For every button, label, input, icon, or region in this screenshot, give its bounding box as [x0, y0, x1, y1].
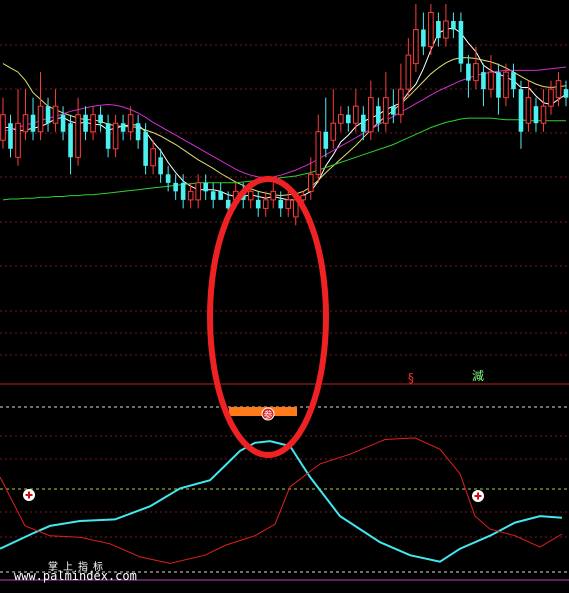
- candle-body-down: [436, 21, 441, 39]
- candle-body-up: [338, 114, 344, 124]
- candle-body-up: [247, 190, 254, 201]
- candle-body-down: [173, 182, 178, 192]
- candle-body-up: [15, 122, 21, 158]
- candle-body-down: [421, 29, 426, 47]
- candle-body-up: [37, 105, 44, 133]
- candle-body-down: [68, 123, 73, 158]
- candle-body-down: [165, 174, 171, 183]
- candle-body-up: [90, 114, 96, 133]
- candle-body-down: [511, 72, 516, 90]
- candle-body-down: [8, 123, 13, 149]
- candle-body-up: [368, 97, 374, 133]
- candle-body-up: [307, 173, 314, 192]
- candle-body-down: [255, 199, 261, 209]
- candle-body-up: [413, 29, 419, 65]
- candle-body-down: [120, 123, 126, 132]
- candle-body-up: [383, 97, 389, 124]
- candle-body-down: [98, 114, 103, 124]
- candle-body-down: [496, 72, 501, 98]
- signal-reduce-label: 減: [472, 369, 485, 383]
- candle-body-up: [405, 54, 412, 90]
- candle-body-up: [75, 114, 81, 158]
- candle-body-up: [195, 182, 201, 201]
- candle-body-up: [285, 199, 292, 209]
- candle-body-down: [518, 89, 524, 132]
- candle-body-down: [210, 191, 216, 200]
- candle-body-down: [45, 106, 51, 124]
- candle-body-up: [353, 105, 359, 124]
- candle-body-down: [278, 199, 284, 209]
- candle-body-down: [451, 21, 456, 30]
- candlestick-series: [0, 4, 569, 226]
- candle-body-down: [60, 114, 66, 132]
- candle-body-down: [533, 106, 539, 124]
- signal-s-label: §: [408, 371, 414, 385]
- candle-body-up: [0, 114, 6, 141]
- candle-body-up: [150, 148, 156, 167]
- candle-body-up: [443, 20, 449, 39]
- candle-body-down: [391, 106, 396, 115]
- candle-body-up: [503, 71, 509, 99]
- candle-body-up: [112, 122, 119, 150]
- candle-body-up: [525, 97, 532, 124]
- signal-markers: 参: [23, 407, 484, 502]
- candle-body-up: [127, 114, 134, 133]
- candle-body-up: [262, 199, 269, 209]
- candle-body-up: [548, 88, 554, 107]
- candle-body-down: [458, 21, 464, 64]
- candle-body-down: [83, 114, 88, 132]
- candle-body-down: [481, 72, 486, 90]
- candle-body-down: [323, 131, 329, 149]
- candle-body-down: [135, 123, 141, 141]
- candle-body-down: [376, 106, 381, 124]
- candle-body-down: [180, 182, 186, 200]
- candle-body-up: [270, 190, 277, 201]
- candle-body-down: [30, 114, 36, 132]
- candle-body-down: [158, 157, 163, 175]
- stock-chart: 参: [0, 4, 569, 581]
- moving-average-lines: [2, 27, 567, 201]
- candle-body-up: [488, 71, 494, 90]
- candle-body-up: [330, 122, 337, 141]
- candle-body-up: [555, 80, 562, 99]
- candle-body-up: [428, 12, 434, 48]
- candle-body-up: [473, 63, 479, 82]
- candle-body-down: [143, 131, 148, 166]
- candle-body-down: [203, 182, 208, 192]
- candle-body-down: [361, 114, 366, 132]
- candle-body-up: [315, 131, 322, 175]
- candle-body-up: [22, 114, 29, 133]
- candle-body-up: [187, 190, 194, 201]
- candle-body-down: [466, 63, 471, 81]
- candle-body-up: [52, 105, 59, 124]
- candle-body-down: [563, 89, 569, 98]
- candle-body-down: [218, 191, 223, 200]
- candle-body-down: [346, 114, 351, 124]
- candle-body-up: [540, 105, 547, 124]
- candle-body-down: [105, 123, 111, 149]
- candle-body-up: [398, 88, 404, 116]
- watermark: www.palmindex.com: [14, 569, 137, 583]
- join-signal-label: 参: [263, 409, 272, 421]
